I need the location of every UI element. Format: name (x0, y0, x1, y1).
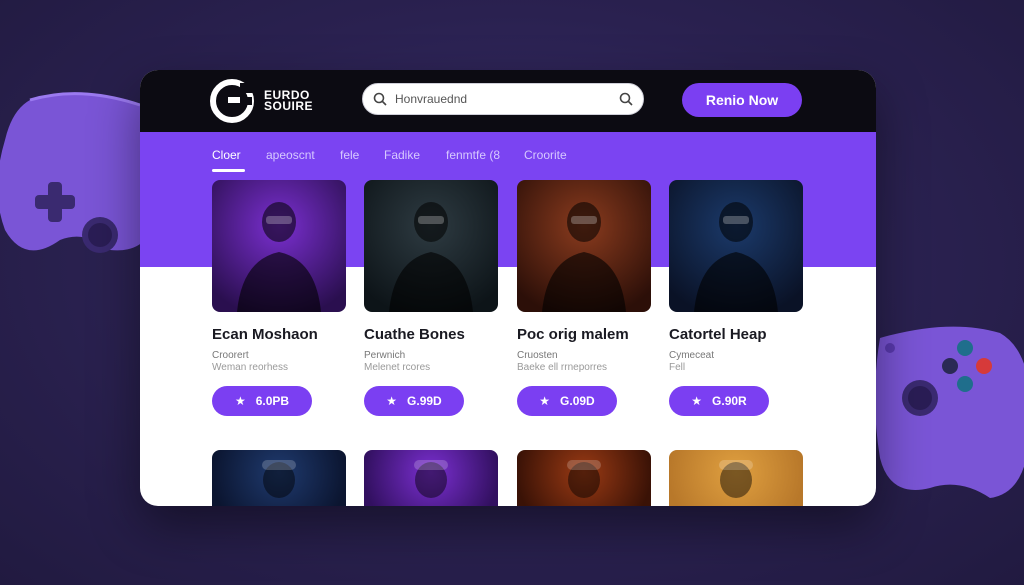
product-category: Perwnich (364, 350, 406, 361)
gamepad-right-icon (875, 326, 1024, 498)
tab-2[interactable]: apeoscnt (266, 148, 315, 162)
character-figure-icon (262, 460, 296, 498)
price-button[interactable]: ★ 6.0PB (212, 386, 312, 416)
price-value: G.99D (407, 394, 442, 408)
product-title[interactable]: Ecan Moshaon (212, 326, 318, 343)
price-value: G.09D (560, 394, 595, 408)
product-title[interactable]: Catortel Heap (669, 326, 767, 343)
star-icon: ★ (539, 394, 551, 408)
product-description: Baeke ell rrneporres (517, 362, 608, 373)
character-figure-icon (719, 460, 753, 498)
product-category: Cruosten (517, 350, 558, 361)
character-figure-icon (237, 202, 321, 312)
product-title[interactable]: Poc orig malem (517, 326, 629, 343)
product-thumbnail[interactable] (212, 450, 346, 506)
product-card[interactable]: Catortel Heap Cymeceat Fell ★ G.90R (669, 180, 803, 416)
star-icon: ★ (691, 394, 703, 408)
product-category: Croorert (212, 350, 249, 361)
product-category: Cymeceat (669, 350, 715, 361)
product-description: Fell (669, 362, 686, 373)
search-input[interactable]: Honvrauednd (362, 83, 644, 115)
search-icon (373, 92, 387, 106)
character-figure-icon (694, 202, 778, 312)
product-thumbnail[interactable] (364, 180, 498, 312)
product-thumbnail[interactable] (669, 180, 803, 312)
product-description: Melenet rcores (364, 362, 431, 373)
product-thumbnail[interactable] (212, 180, 346, 312)
brand-name: EURDO SOUIRE (264, 89, 314, 113)
character-figure-icon (389, 202, 473, 312)
tab-1[interactable]: Cloer (212, 148, 241, 162)
tab-3[interactable]: fele (340, 148, 359, 162)
brand-logo-icon[interactable] (210, 79, 256, 123)
price-value: G.90R (712, 394, 747, 408)
product-thumbnail[interactable] (669, 450, 803, 506)
tab-6[interactable]: Croorite (524, 148, 567, 162)
product-description: Weman reorhess (212, 362, 288, 373)
character-figure-icon (414, 460, 448, 498)
price-value: 6.0PB (255, 394, 290, 408)
brand-line-2: SOUIRE (264, 99, 314, 113)
search-submit-icon[interactable] (619, 92, 633, 106)
search-placeholder: Honvrauednd (395, 92, 468, 106)
product-thumbnail[interactable] (517, 180, 651, 312)
price-button[interactable]: ★ G.90R (669, 386, 769, 416)
product-card[interactable]: Cuathe Bones Perwnich Melenet rcores ★ G.99D (364, 180, 498, 416)
product-thumbnail[interactable] (517, 450, 651, 506)
tab-4[interactable]: Fadike (384, 148, 420, 162)
star-icon: ★ (234, 394, 246, 408)
cta-button[interactable]: Renio Now (682, 83, 802, 117)
character-figure-icon (567, 460, 601, 498)
price-button[interactable]: ★ G.09D (517, 386, 617, 416)
product-thumbnail[interactable] (364, 450, 498, 506)
store-window: EURDO SOUIRE Honvrauednd Renio Now Ecan … (140, 70, 876, 506)
price-button[interactable]: ★ G.99D (364, 386, 464, 416)
top-bar: EURDO SOUIRE Honvrauednd Renio Now (140, 70, 876, 132)
product-card[interactable]: Ecan Moshaon Croorert Weman reorhess ★ 6.0PB (212, 180, 346, 416)
character-figure-icon (542, 202, 626, 312)
active-tab-indicator (212, 169, 245, 172)
product-title[interactable]: Cuathe Bones (364, 326, 465, 343)
star-icon: ★ (386, 394, 398, 408)
tab-5[interactable]: fenmtfe (8 (446, 148, 500, 162)
product-card[interactable]: Poc orig malem Cruosten Baeke ell rrneporr… (517, 180, 651, 416)
